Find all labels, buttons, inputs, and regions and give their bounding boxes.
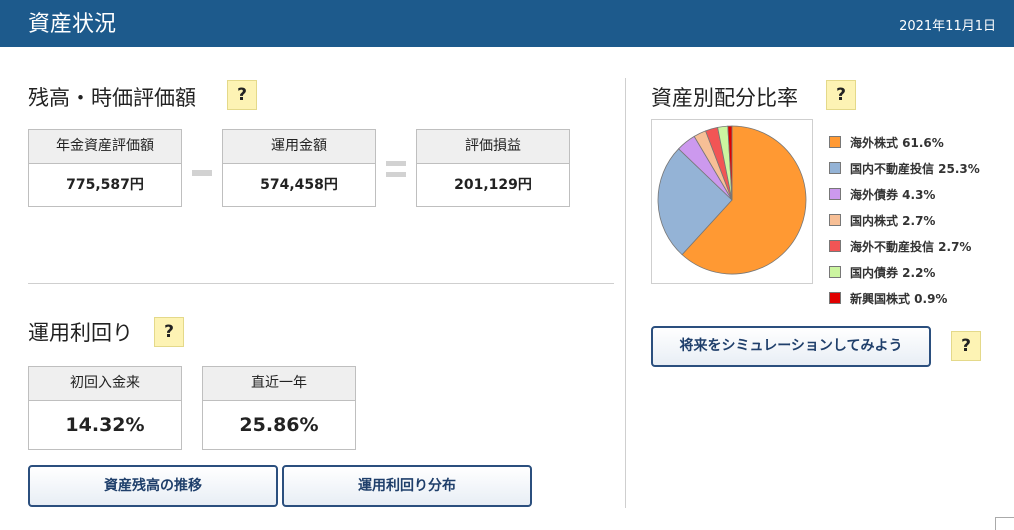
legend-item: 海外不動産投信 2.7% <box>829 233 980 259</box>
legend-label: 海外株式 61.6% <box>850 135 944 150</box>
balance-history-button[interactable]: 資産残高の推移 <box>28 465 278 507</box>
legend-swatch <box>829 292 841 304</box>
since-inception-card: 初回入金来 14.32% <box>28 366 182 450</box>
section-divider <box>28 283 614 284</box>
legend-item: 国内株式 2.7% <box>829 207 980 233</box>
invested-amount-label: 運用金額 <box>223 130 375 164</box>
legend-label: 海外不動産投信 2.7% <box>850 239 972 254</box>
since-inception-value: 14.32% <box>65 414 145 436</box>
pension-asset-card: 年金資産評価額 775,587円 <box>28 129 182 207</box>
unrealized-gain-value: 201,129円 <box>454 177 532 193</box>
allocation-pie-chart <box>651 119 813 284</box>
invested-amount-card: 運用金額 574,458円 <box>222 129 376 207</box>
allocation-help-button[interactable]: ? <box>826 80 856 110</box>
legend-item: 海外株式 61.6% <box>829 129 980 155</box>
column-divider <box>625 78 626 508</box>
pension-asset-value: 775,587円 <box>66 177 144 193</box>
legend-label: 海外債券 4.3% <box>850 187 936 202</box>
legend-label: 新興国株式 0.9% <box>850 291 948 306</box>
allocation-legend: 海外株式 61.6% 国内不動産投信 25.3% 海外債券 4.3% 国内株式 2.7… <box>829 129 980 311</box>
equals-sign-bottom <box>386 172 406 177</box>
yield-distribution-button[interactable]: 運用利回り分布 <box>282 465 532 507</box>
legend-swatch <box>829 188 841 200</box>
invested-amount-value: 574,458円 <box>260 177 338 193</box>
simulate-help-button[interactable]: ? <box>951 331 981 361</box>
legend-label: 国内不動産投信 25.3% <box>850 161 980 176</box>
minus-sign <box>192 170 212 176</box>
legend-item: 国内不動産投信 25.3% <box>829 155 980 181</box>
page-title: 資産状況 <box>28 12 117 37</box>
legend-item: 海外債券 4.3% <box>829 181 980 207</box>
equals-sign-top <box>386 161 406 166</box>
resize-corner <box>995 517 1014 530</box>
legend-item: 新興国株式 0.9% <box>829 285 980 311</box>
yield-help-button[interactable]: ? <box>154 317 184 347</box>
allocation-section-title: 資産別配分比率 <box>651 86 798 110</box>
header-date: 2021年11月1日 <box>899 19 996 34</box>
last-year-card: 直近一年 25.86% <box>202 366 356 450</box>
legend-swatch <box>829 266 841 278</box>
pie-chart-svg <box>657 125 807 275</box>
balance-help-button[interactable]: ? <box>227 80 257 110</box>
balance-section-title: 残高・時価評価額 <box>28 86 196 110</box>
since-inception-label: 初回入金来 <box>29 367 181 401</box>
legend-swatch <box>829 214 841 226</box>
legend-swatch <box>829 162 841 174</box>
yield-section-title: 運用利回り <box>28 321 133 345</box>
legend-label: 国内株式 2.7% <box>850 213 936 228</box>
simulate-future-button[interactable]: 将来をシミュレーションしてみよう <box>651 326 931 367</box>
last-year-value: 25.86% <box>239 414 319 436</box>
header-bar: 資産状況 2021年11月1日 <box>0 0 1014 47</box>
legend-item: 国内債券 2.2% <box>829 259 980 285</box>
unrealized-gain-card: 評価損益 201,129円 <box>416 129 570 207</box>
last-year-label: 直近一年 <box>203 367 355 401</box>
pension-asset-label: 年金資産評価額 <box>29 130 181 164</box>
legend-swatch <box>829 136 841 148</box>
unrealized-gain-label: 評価損益 <box>417 130 569 164</box>
legend-label: 国内債券 2.2% <box>850 265 936 280</box>
legend-swatch <box>829 240 841 252</box>
